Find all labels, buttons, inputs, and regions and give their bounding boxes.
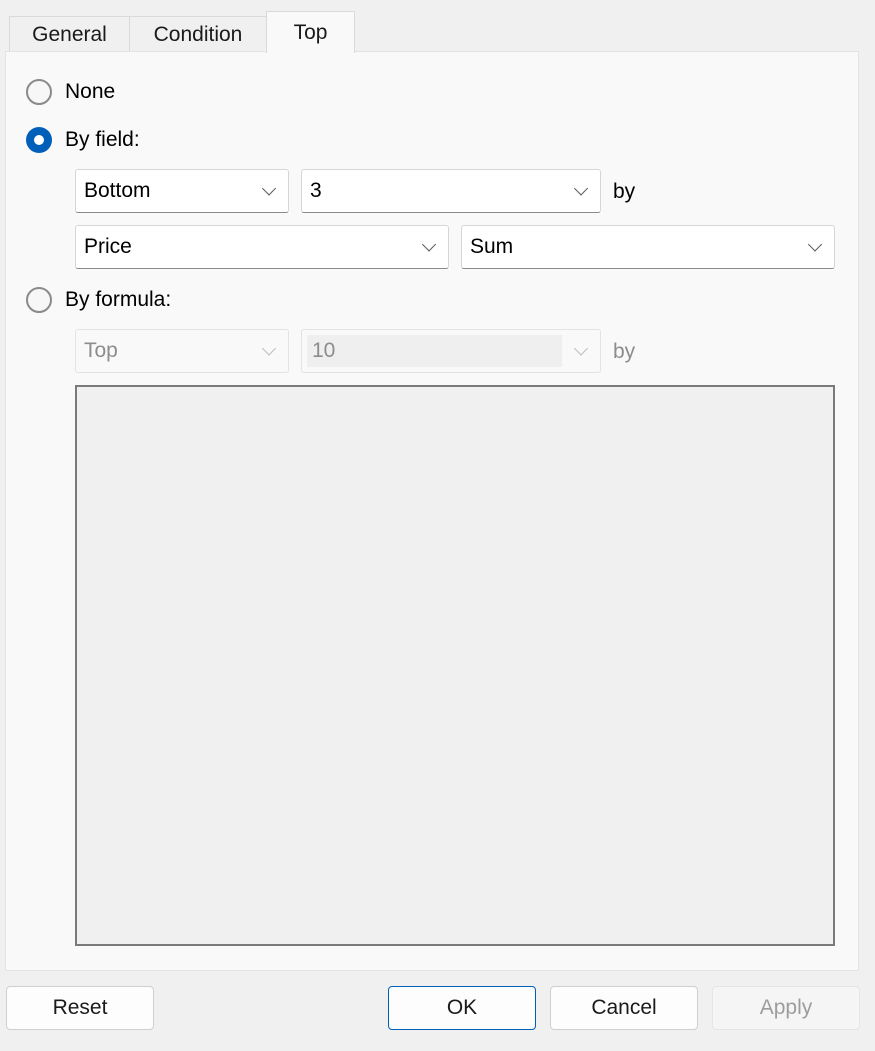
apply-button[interactable]: Apply: [712, 986, 860, 1030]
radio-by-formula-label: By formula:: [65, 288, 172, 311]
chevron-down-icon[interactable]: [573, 341, 589, 356]
field-direction-value: Bottom: [84, 179, 151, 202]
formula-count-combo[interactable]: 10: [301, 329, 601, 373]
field-aggregate-select[interactable]: Sum: [461, 225, 835, 269]
field-count-value: 3: [310, 179, 322, 202]
cancel-button[interactable]: Cancel: [550, 986, 698, 1030]
formula-by-label: by: [613, 340, 636, 363]
tab-general[interactable]: General: [9, 16, 130, 52]
formula-editor[interactable]: [75, 385, 835, 946]
reset-button[interactable]: Reset: [6, 986, 154, 1030]
tab-condition[interactable]: Condition: [129, 16, 267, 52]
radio-none[interactable]: None: [26, 77, 115, 107]
radio-none-label: None: [65, 80, 116, 103]
ok-button[interactable]: OK: [388, 986, 536, 1030]
field-name-select[interactable]: Price: [75, 225, 449, 269]
radio-none-circle[interactable]: [26, 79, 52, 105]
radio-by-field-label: By field:: [65, 128, 140, 151]
formula-count-value: 10: [307, 335, 562, 367]
radio-by-field[interactable]: By field:: [26, 125, 140, 155]
field-aggregate-value: Sum: [470, 235, 514, 258]
field-count-combo[interactable]: 3: [301, 169, 601, 213]
formula-direction-select[interactable]: Top: [75, 329, 289, 373]
radio-by-formula-circle[interactable]: [26, 287, 52, 313]
radio-by-formula[interactable]: By formula:: [26, 285, 171, 315]
tab-top[interactable]: Top: [266, 11, 355, 53]
field-by-label: by: [613, 180, 636, 203]
radio-by-field-circle[interactable]: [26, 127, 52, 153]
field-name-value: Price: [84, 235, 132, 258]
formula-direction-value: Top: [84, 339, 118, 362]
field-direction-select[interactable]: Bottom: [75, 169, 289, 213]
